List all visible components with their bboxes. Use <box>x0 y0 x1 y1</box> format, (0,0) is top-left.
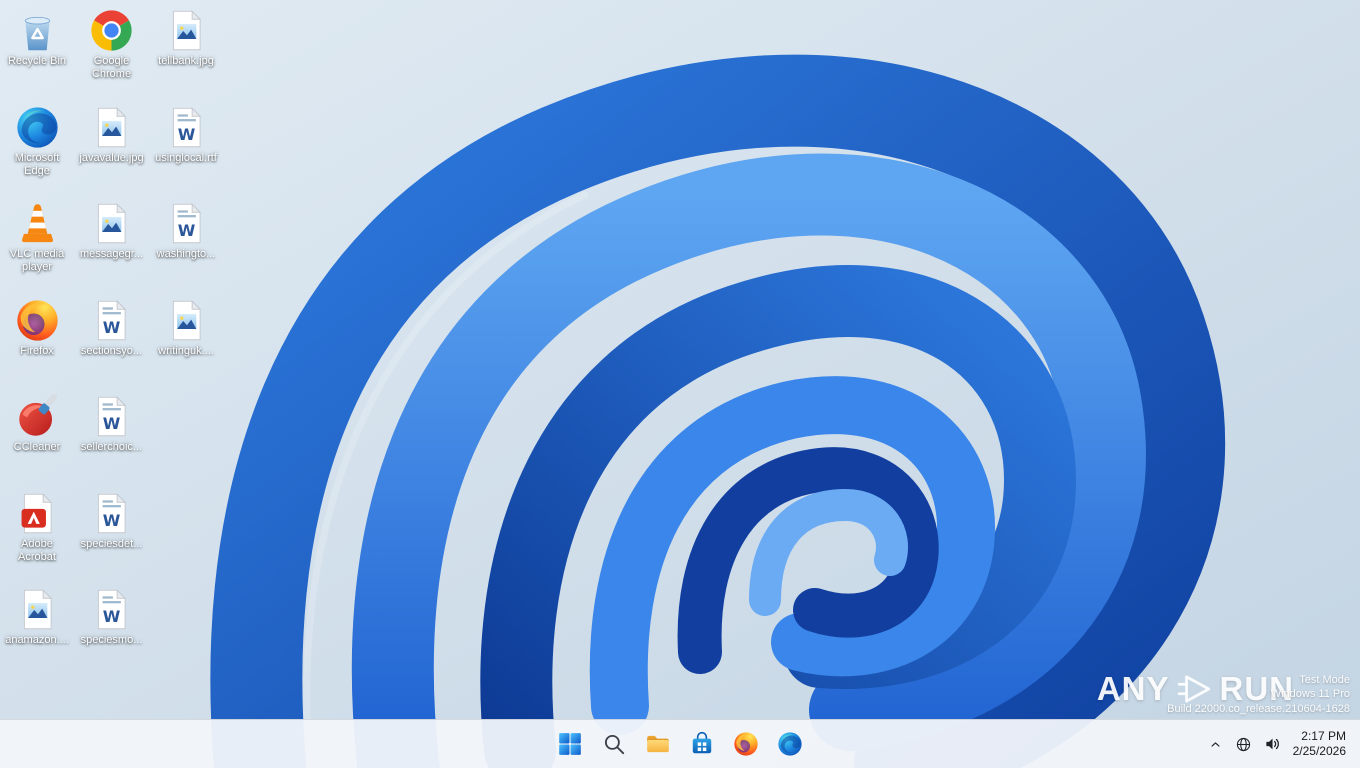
desktop-icon-label: speciesmo... <box>80 634 143 646</box>
desktop[interactable]: Recycle Bin Microsoft Edge VLC media playe… <box>0 0 1360 768</box>
desktop-icon-washingto[interactable]: Wwashingto... <box>149 199 223 296</box>
svg-text:W: W <box>103 607 121 626</box>
hidden-icons-chevron-button[interactable] <box>1203 724 1229 764</box>
desktop-icon-javavalue-jpg[interactable]: javavalue.jpg <box>75 103 149 200</box>
desktop-icon-vlc-media-player[interactable]: VLC media player <box>0 199 74 296</box>
word-file-icon: W <box>89 587 134 632</box>
desktop-icon-label: speciesdet... <box>80 538 143 550</box>
clock-date: 2/25/2026 <box>1292 744 1346 758</box>
desktop-icon-label: tellbank.jpg <box>158 55 214 67</box>
image-file-icon <box>164 8 209 53</box>
desktop-icon-anamazon[interactable]: anamazon.... <box>0 585 74 682</box>
desktop-icon-recycle-bin[interactable]: Recycle Bin <box>0 6 74 103</box>
taskbar-button-firefox[interactable] <box>726 724 766 764</box>
taskbar-button-edge[interactable] <box>770 724 810 764</box>
desktop-icon-usinglocal-rtf[interactable]: Wusinglocal.rtf <box>149 103 223 200</box>
chevron-up-icon <box>1211 741 1220 747</box>
desktop-icon-speciesdet[interactable]: Wspeciesdet... <box>75 489 149 586</box>
speaker-icon <box>1265 738 1279 750</box>
taskbar-button-file-explorer[interactable] <box>638 724 678 764</box>
desktop-icon-label: washingto... <box>156 248 216 260</box>
svg-text:W: W <box>177 125 195 144</box>
svg-text:W: W <box>103 414 121 433</box>
volume-tray-button[interactable] <box>1259 724 1285 764</box>
svg-text:W: W <box>177 221 195 240</box>
chrome-icon <box>89 8 134 53</box>
image-file-icon <box>89 201 134 246</box>
desktop-icon-messagegr[interactable]: messagegr... <box>75 199 149 296</box>
desktop-icon-label: sectionsyo... <box>80 345 143 357</box>
desktop-icon-microsoft-edge[interactable]: Microsoft Edge <box>0 103 74 200</box>
desktop-icon-ccleaner[interactable]: CCleaner <box>0 392 74 489</box>
svg-text:W: W <box>103 511 121 530</box>
globe-network-icon <box>1236 737 1251 751</box>
ccleaner-icon <box>15 394 60 439</box>
word-file-icon: W <box>164 201 209 246</box>
taskbar: 2:17 PM 2/25/2026 <box>0 719 1360 768</box>
desktop-icon-sellerchoic[interactable]: Wsellerchoic... <box>75 392 149 489</box>
desktop-icon-label: messagegr... <box>80 248 143 260</box>
desktop-icon-adobe-acrobat[interactable]: Adobe Acrobat <box>0 489 74 586</box>
desktop-icon-label: javavalue.jpg <box>79 152 144 164</box>
desktop-icon-label: writinguk.... <box>158 345 214 357</box>
word-file-icon: W <box>164 105 209 150</box>
desktop-icon-label: usinglocal.rtf <box>155 152 217 164</box>
desktop-icon-label: VLC media player <box>9 248 65 273</box>
desktop-icon-label: Microsoft Edge <box>14 152 60 177</box>
word-file-icon: W <box>89 491 134 536</box>
windows-start-icon <box>557 731 583 757</box>
firefox-icon <box>15 298 60 343</box>
desktop-icon-label: anamazon.... <box>5 634 69 646</box>
desktop-icon-label: Google Chrome <box>91 55 132 80</box>
recycle-bin-icon <box>15 8 60 53</box>
firefox-icon <box>733 731 759 757</box>
taskbar-button-search[interactable] <box>594 724 634 764</box>
clock-time: 2:17 PM <box>1301 729 1346 743</box>
word-file-icon: W <box>89 394 134 439</box>
taskbar-clock[interactable]: 2:17 PM 2/25/2026 <box>1287 725 1354 763</box>
image-file-icon <box>15 587 60 632</box>
acrobat-icon <box>15 491 60 536</box>
taskbar-button-windows-start[interactable] <box>550 724 590 764</box>
desktop-icon-writinguk[interactable]: writinguk.... <box>149 296 223 393</box>
word-file-icon: W <box>89 298 134 343</box>
vlc-icon <box>15 201 60 246</box>
desktop-icon-label: Recycle Bin <box>7 55 67 67</box>
desktop-icon-firefox[interactable]: Firefox <box>0 296 74 393</box>
taskbar-center-buttons <box>550 720 810 768</box>
image-file-icon <box>164 298 209 343</box>
image-file-icon <box>89 105 134 150</box>
edge-icon <box>15 105 60 150</box>
desktop-icon-label: Firefox <box>20 345 54 357</box>
desktop-icon-label: Adobe Acrobat <box>18 538 56 563</box>
edge-icon <box>777 731 803 757</box>
file-explorer-icon <box>645 731 671 757</box>
svg-text:W: W <box>103 318 121 337</box>
desktop-icon-label: sellerchoic... <box>80 441 143 453</box>
desktop-icon-speciesmo[interactable]: Wspeciesmo... <box>75 585 149 682</box>
taskbar-button-microsoft-store[interactable] <box>682 724 722 764</box>
desktop-icon-sectionsyo[interactable]: Wsectionsyo... <box>75 296 149 393</box>
desktop-icon-label: CCleaner <box>13 441 61 453</box>
desktop-icon-google-chrome[interactable]: Google Chrome <box>75 6 149 103</box>
network-tray-button[interactable] <box>1231 724 1257 764</box>
search-icon <box>601 731 627 757</box>
desktop-icon-tellbank-jpg[interactable]: tellbank.jpg <box>149 6 223 103</box>
system-tray: 2:17 PM 2/25/2026 <box>1203 720 1354 768</box>
microsoft-store-icon <box>689 731 715 757</box>
